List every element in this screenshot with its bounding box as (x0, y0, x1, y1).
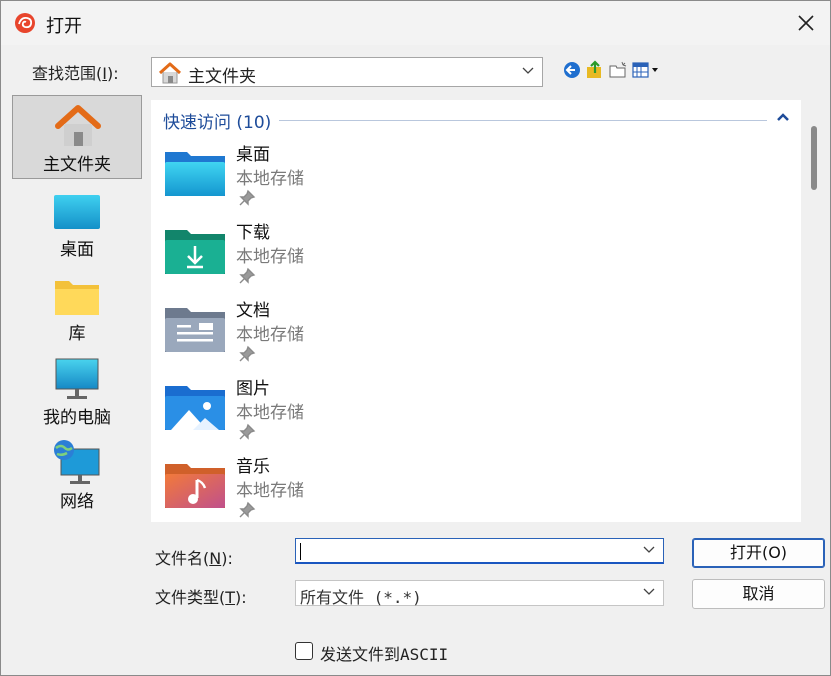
item-location: 本地存储 (236, 403, 304, 423)
file-list[interactable]: 快速访问 (10) 桌面 本地存储 下载 本地存储 文档 本地存储 图片 本地存… (151, 100, 801, 522)
list-item-pictures[interactable]: 图片 本地存储 (161, 374, 461, 450)
view-menu-icon[interactable] (632, 60, 664, 80)
place-label: 桌面 (60, 240, 94, 260)
desktop-folder-icon (165, 152, 225, 196)
scrollbar-thumb[interactable] (811, 126, 817, 190)
place-computer[interactable]: 我的电脑 (12, 349, 142, 433)
place-label: 我的电脑 (43, 408, 111, 428)
open-file-dialog: 打开 查找范围(I): 主文件夹 主文件夹 桌面 库 我的电脑 网络 快速访问 … (0, 0, 831, 676)
filename-input[interactable] (295, 538, 664, 564)
item-name: 文档 (236, 301, 270, 321)
chevron-down-icon[interactable] (643, 546, 655, 554)
new-folder-icon[interactable] (608, 60, 628, 80)
open-button[interactable]: 打开(O) (692, 538, 825, 568)
text-caret (300, 543, 301, 560)
pin-icon (239, 267, 256, 284)
place-home[interactable]: 主文件夹 (12, 95, 142, 179)
list-item-downloads[interactable]: 下载 本地存储 (161, 218, 461, 294)
look-in-combo[interactable]: 主文件夹 (151, 57, 543, 87)
cancel-button[interactable]: 取消 (692, 579, 825, 609)
item-name: 音乐 (236, 457, 270, 477)
close-button[interactable] (790, 7, 822, 39)
chevron-up-icon[interactable] (776, 112, 790, 122)
filetype-select[interactable]: 所有文件 (*.*) (295, 580, 664, 607)
group-divider (279, 120, 767, 121)
close-icon (798, 15, 814, 31)
place-library[interactable]: 库 (12, 265, 142, 349)
library-folder-icon (55, 281, 99, 315)
item-name: 下载 (236, 223, 270, 243)
home-icon (55, 105, 101, 146)
network-globe-icon (54, 440, 100, 484)
item-name: 桌面 (236, 145, 270, 165)
pictures-folder-icon (165, 386, 225, 430)
list-item-desktop[interactable]: 桌面 本地存储 (161, 140, 461, 216)
place-label: 主文件夹 (43, 155, 111, 175)
item-location: 本地存储 (236, 481, 304, 501)
filename-label: 文件名(N): (155, 549, 233, 568)
places-bar: 主文件夹 桌面 库 我的电脑 网络 (10, 93, 144, 633)
list-item-documents[interactable]: 文档 本地存储 (161, 296, 461, 372)
place-network[interactable]: 网络 (12, 433, 142, 517)
item-location: 本地存储 (236, 169, 304, 189)
place-label: 网络 (60, 492, 94, 512)
computer-monitor-icon (55, 358, 99, 399)
pin-icon (239, 501, 256, 518)
desktop-icon (54, 195, 100, 229)
item-name: 图片 (236, 379, 270, 399)
list-item-music[interactable]: 音乐 本地存储 (161, 452, 461, 522)
look-in-value: 主文件夹 (188, 67, 256, 87)
documents-folder-icon (165, 308, 225, 352)
music-folder-icon (165, 464, 225, 508)
place-label: 库 (68, 324, 86, 344)
group-header-quick-access[interactable]: 快速访问 (10) (163, 108, 271, 133)
send-ascii-checkbox[interactable] (295, 642, 313, 660)
pin-icon (239, 189, 256, 206)
pin-icon (239, 423, 256, 440)
window-title: 打开 (46, 16, 82, 37)
chevron-down-icon (522, 67, 534, 74)
title-bar: 打开 (1, 1, 830, 45)
chevron-down-icon (643, 588, 655, 595)
item-location: 本地存储 (236, 325, 304, 345)
send-ascii-label: 发送文件到ASCII (320, 645, 449, 664)
app-logo-icon (15, 13, 35, 33)
pin-icon (239, 345, 256, 362)
up-folder-icon[interactable] (585, 60, 605, 80)
item-location: 本地存储 (236, 247, 304, 267)
downloads-folder-icon (165, 230, 225, 274)
filetype-value: 所有文件 (*.*) (300, 588, 422, 607)
vertical-scrollbar[interactable] (807, 100, 825, 522)
filetype-label: 文件类型(T): (155, 588, 247, 607)
place-desktop[interactable]: 桌面 (12, 181, 142, 265)
back-arrow-icon[interactable] (562, 60, 582, 80)
home-icon (158, 62, 182, 84)
look-in-label: 查找范围(I): (32, 64, 119, 83)
